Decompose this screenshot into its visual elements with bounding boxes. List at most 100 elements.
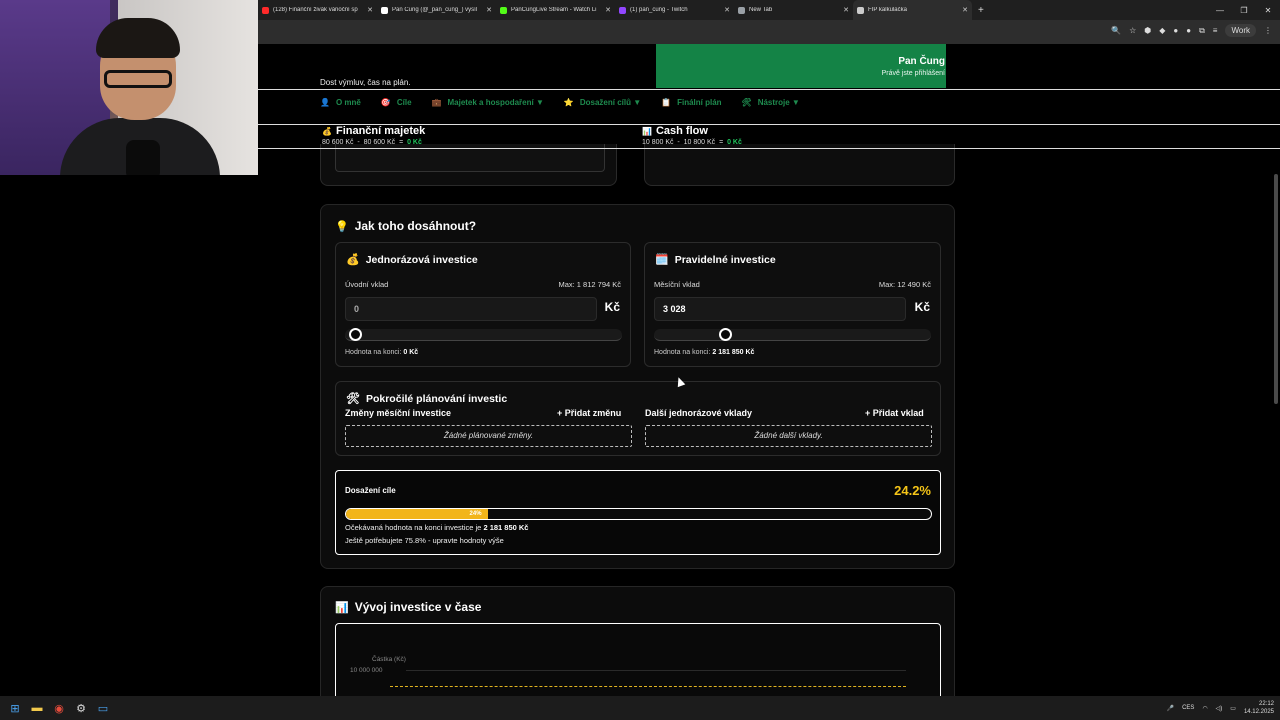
browser-tab[interactable]: PanCungLive Stream - Watch Li ✕ <box>496 0 615 20</box>
clipboard-icon: 📋 <box>661 98 672 107</box>
zoom-icon[interactable]: 🔍 <box>1111 26 1121 35</box>
language-indicator[interactable]: CES <box>1182 705 1194 711</box>
close-tab-icon[interactable]: ✕ <box>486 6 492 14</box>
divider <box>258 89 1280 90</box>
close-tab-icon[interactable]: ✕ <box>605 6 611 14</box>
lump-sum-panel: 💰 Jednorázová investice Úvodní vklad Max: … <box>335 242 631 367</box>
previous-card-left <box>320 144 617 186</box>
chart-icon: 📊 <box>642 126 652 136</box>
extra-deposits-label: Další jednorázové vklady <box>645 408 753 418</box>
youtube-icon <box>262 6 269 14</box>
gridline <box>406 670 906 671</box>
chart-area: Částka (Kč) 10 000 000 <box>335 623 941 696</box>
volume-icon[interactable]: ◁) <box>1216 705 1223 712</box>
streamer-hair <box>96 18 180 58</box>
nav-item-dosazeni-cilu[interactable]: ⭐ Dosažení cílů ▼ <box>564 98 641 107</box>
media-icon[interactable]: ≡ <box>1213 26 1218 35</box>
nav-item-o-mne[interactable]: 👤 O mně <box>320 98 361 107</box>
empty-changes-message: Žádné plánované změny. <box>345 425 632 447</box>
toolbar-icons: 🔍 ☆ ⬢ ◆ ● ● ⧉ ≡ Work ⋮ <box>1111 24 1272 37</box>
browser-tab[interactable]: Pan Čung (@_pan_cung_) vysíl ✕ <box>377 0 496 20</box>
wifi-icon[interactable]: ◠ <box>1202 705 1207 712</box>
briefcase-icon: 💼 <box>431 98 442 107</box>
nav-item-financni-plan[interactable]: 📋 Finální plán <box>661 98 721 107</box>
extension-icon[interactable]: ◆ <box>1159 26 1165 35</box>
goal-achievement-box: Dosažení cíle 24.2% 24% Očekávaná hodnot… <box>335 470 941 555</box>
chrome-icon[interactable]: ◉ <box>48 696 70 720</box>
investment-chart-card: 📊 Vývoj investice v čase Částka (Kč) 10 0… <box>320 586 955 696</box>
add-change-button[interactable]: + Přidat změnu <box>557 408 621 418</box>
currency-unit: Kč <box>604 300 620 314</box>
browser-tab[interactable]: (1) pan_cung - Twitch ✕ <box>615 0 734 20</box>
battery-icon[interactable]: ▭ <box>1230 705 1236 712</box>
initial-deposit-label: Úvodní vklad <box>345 280 389 289</box>
divider <box>258 148 1280 149</box>
lightbulb-icon: 💡 <box>335 220 349 233</box>
fip-icon <box>857 6 864 14</box>
advanced-planning-panel: 🛠 Pokročilé plánování investic Změny měsí… <box>335 381 941 456</box>
file-explorer-icon[interactable]: ▬ <box>26 696 48 720</box>
new-tab-button[interactable]: + <box>972 5 990 16</box>
add-deposit-button[interactable]: + Přidat vklad <box>865 408 924 418</box>
browser-tab-bar: (128) Finanční živák vánoční sp ✕ Pan Čun… <box>258 0 1280 20</box>
extension-icon[interactable]: ● <box>1173 26 1178 35</box>
y-tick-label: 10 000 000 <box>350 667 383 674</box>
initial-deposit-input[interactable]: 0 <box>345 297 597 321</box>
close-tab-icon[interactable]: ✕ <box>962 6 968 14</box>
browser-tab[interactable]: (128) Finanční živák vánoční sp ✕ <box>258 0 377 20</box>
nav-item-nastroje[interactable]: 🛠 Nástroje ▼ <box>742 98 800 107</box>
initial-deposit-slider[interactable] <box>345 328 622 341</box>
slider-thumb[interactable] <box>719 328 733 341</box>
monthly-deposit-input[interactable]: 3 028 <box>654 297 906 321</box>
regular-investment-panel: 🗓️ Pravidelné investice Měsíční vklad Max:… <box>644 242 941 367</box>
profile-button[interactable]: Work <box>1225 24 1256 37</box>
browser-tab-active[interactable]: FIP kalkulačka ✕ <box>853 0 972 20</box>
tools-icon: 🛠 <box>741 98 752 107</box>
nav-item-cile[interactable]: 🎯 Cíle <box>381 98 412 107</box>
section-title: 💡 Jak toho dosáhnout? <box>335 219 477 233</box>
browser-tab[interactable]: New Tab ✕ <box>734 0 853 20</box>
max-value: Max: 12 490 Kč <box>878 280 931 289</box>
streamer-glasses <box>104 70 172 88</box>
scrollbar[interactable] <box>1274 174 1278 404</box>
menu-icon[interactable]: ⋮ <box>1264 26 1272 35</box>
calendar-icon: 🗓️ <box>655 254 669 266</box>
monthly-deposit-label: Měsíční vklad <box>654 280 700 289</box>
panel-title: 💰 Jednorázová investice <box>346 253 478 267</box>
minimize-button[interactable]: — <box>1208 6 1232 15</box>
microphone-icon[interactable]: 🎤 <box>1167 705 1174 712</box>
restore-button[interactable]: ❐ <box>1232 6 1256 15</box>
monthly-deposit-slider[interactable] <box>654 328 931 341</box>
money-bag-icon: 💰 <box>322 126 332 136</box>
close-tab-icon[interactable]: ✕ <box>843 6 849 14</box>
close-window-button[interactable]: ✕ <box>1256 6 1280 15</box>
profile-label: Work <box>1231 26 1250 35</box>
goal-percentage: 24.2% <box>894 483 931 498</box>
extension-icon[interactable]: ⬢ <box>1144 26 1151 35</box>
nav-item-majetek[interactable]: 💼 Majetek a hospodaření ▼ <box>432 98 544 107</box>
microphone <box>126 140 160 175</box>
advanced-title: 🛠 Pokročilé plánování investic <box>346 392 508 406</box>
windows-start-icon[interactable]: ⊞ <box>4 696 26 720</box>
close-tab-icon[interactable]: ✕ <box>367 6 373 14</box>
slider-thumb[interactable] <box>349 328 362 341</box>
bookmark-star-icon[interactable]: ☆ <box>1129 26 1136 35</box>
tagline: Dost výmluv, čas na plán. <box>320 78 411 87</box>
end-value: Hodnota na konci: 2 181 850 Kč <box>654 349 755 356</box>
progress-fill: 24% <box>346 509 488 519</box>
panel-title: 🗓️ Pravidelné investice <box>655 253 776 267</box>
monthly-changes-label: Změny měsíční investice <box>345 408 452 418</box>
field-label-row: Měsíční vklad Max: 12 490 Kč <box>654 280 931 289</box>
close-tab-icon[interactable]: ✕ <box>724 6 730 14</box>
app-icon[interactable]: ▭ <box>92 696 114 720</box>
end-value: Hodnota na konci: 0 Kč <box>345 349 419 356</box>
money-bag-icon: 💰 <box>346 254 360 266</box>
tools-icon: 🛠 <box>346 393 360 405</box>
app-icon[interactable]: ⚙ <box>70 696 92 720</box>
clock[interactable]: 22:12 14.12.2025 <box>1244 700 1274 716</box>
puzzle-icon[interactable]: ⧉ <box>1199 26 1205 36</box>
goal-target-line <box>390 686 906 687</box>
section-title: 📊 Vývoj investice v čase <box>335 600 482 614</box>
extension-icon[interactable]: ● <box>1186 26 1191 35</box>
browser-toolbar: 🔍 ☆ ⬢ ◆ ● ● ⧉ ≡ Work ⋮ <box>258 20 1280 44</box>
